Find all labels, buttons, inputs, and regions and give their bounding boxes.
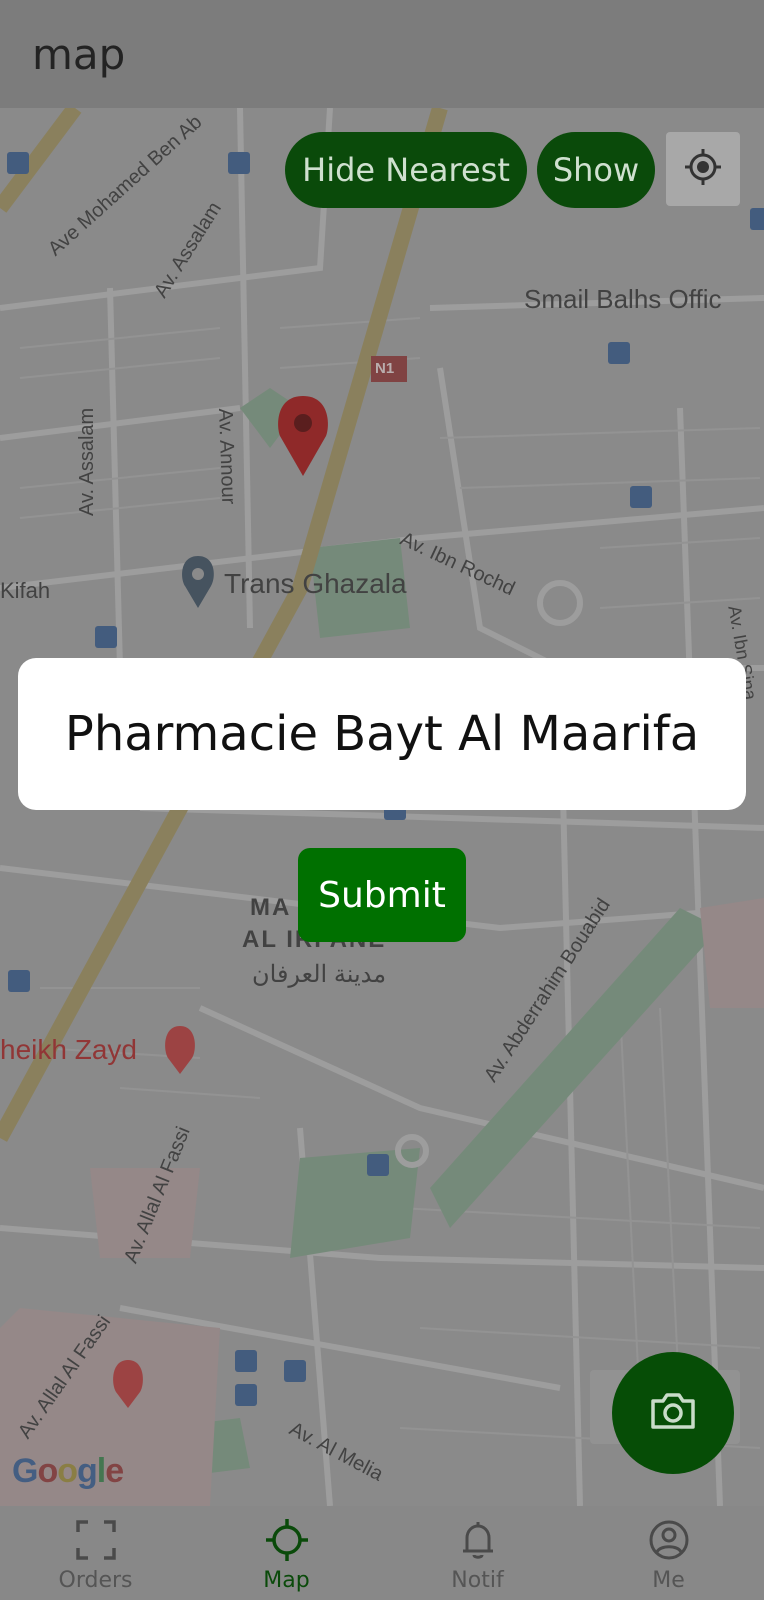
camera-fab-button[interactable] — [612, 1352, 734, 1474]
map-label-road: Kifah — [0, 578, 51, 603]
map-label-road: Av. Annour — [214, 408, 240, 505]
crosshair-icon — [263, 1516, 311, 1564]
my-location-button[interactable] — [666, 132, 740, 206]
bell-icon — [454, 1516, 502, 1564]
crosshair-locate-icon — [683, 147, 723, 191]
camera-icon — [645, 1383, 701, 1443]
location-marker[interactable] — [278, 396, 328, 476]
map-label-hospital: heikh Zayd — [0, 1034, 137, 1065]
app-bar: map — [0, 0, 764, 108]
nav-label-orders: Orders — [58, 1568, 133, 1593]
nav-label-map: Map — [263, 1568, 310, 1593]
nav-item-map[interactable]: Map — [191, 1506, 382, 1600]
highway-shield: N1 — [375, 360, 395, 377]
map-label-district-arabic: مدينة العرفان — [252, 961, 387, 988]
submit-button[interactable]: Submit — [298, 848, 466, 942]
nav-label-me: Me — [652, 1568, 685, 1593]
nav-item-orders[interactable]: Orders — [0, 1506, 191, 1600]
map-label-poi: Smail Balhs Offic — [524, 284, 722, 314]
account-icon — [645, 1516, 693, 1564]
scan-frame-icon — [72, 1516, 120, 1564]
pharmacy-name-dialog: Pharmacie Bayt Al Maarifa — [18, 658, 746, 810]
hide-nearest-button[interactable]: Hide Nearest — [285, 132, 527, 208]
map-label-poi: Trans Ghazala — [224, 568, 407, 599]
page-title: map — [32, 30, 126, 79]
show-button[interactable]: Show — [537, 132, 655, 208]
google-logo: Google — [12, 1452, 124, 1490]
pharmacy-name: Pharmacie Bayt Al Maarifa — [64, 706, 700, 762]
map-label-district: MA — [250, 894, 292, 921]
nav-label-notif: Notif — [451, 1568, 504, 1593]
map-label-road: Av. Assalam — [76, 407, 98, 516]
nav-item-notif[interactable]: Notif — [382, 1506, 573, 1600]
bottom-navigation: Orders Map Notif Me — [0, 1506, 764, 1600]
nav-item-me[interactable]: Me — [573, 1506, 764, 1600]
